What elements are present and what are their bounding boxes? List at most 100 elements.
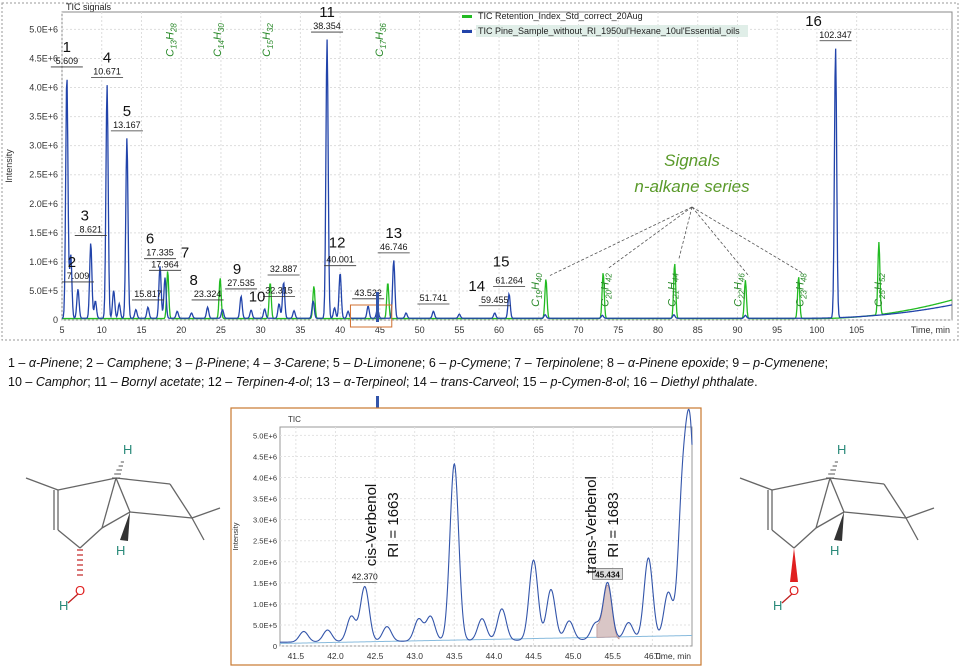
structure-bond bbox=[129, 511, 193, 519]
caption-fragment: β-Pinene bbox=[195, 356, 247, 370]
structure-atom-h-bottom: H bbox=[830, 543, 839, 558]
inset-y-tick-label: 2.0E+6 bbox=[253, 558, 277, 567]
peak-retention-time-label: 8.621 bbox=[80, 224, 103, 234]
structure-atom-h-o: H bbox=[59, 598, 68, 613]
inset-callout-ri: RI = 1663 bbox=[385, 492, 402, 557]
peak-number-label: 13 bbox=[385, 225, 402, 242]
inset-chart-title: TIC bbox=[288, 415, 301, 424]
structure-atom-o: O bbox=[75, 583, 85, 598]
main-x-tick-label: 50 bbox=[415, 325, 425, 335]
caption-fragment: Terpinolene bbox=[535, 356, 601, 370]
caption-fragment: trans-Carveol bbox=[440, 375, 516, 389]
caption-fragment: p-Cymene bbox=[449, 356, 508, 370]
caption-fragment: ; 14 – bbox=[405, 375, 441, 389]
peak-number-label: 1 bbox=[63, 39, 71, 56]
structure-bond bbox=[793, 527, 817, 549]
peak-retention-time-label: 23.324 bbox=[194, 289, 222, 299]
main-x-tick-label: 25 bbox=[216, 325, 226, 335]
peak-retention-time-label: 5.609 bbox=[56, 56, 79, 66]
structure-bond bbox=[79, 527, 103, 549]
structure-bond bbox=[829, 477, 845, 513]
inset-y-tick-label: 5.0E+6 bbox=[253, 431, 277, 440]
caption-fragment: ; bbox=[824, 356, 829, 370]
main-x-tick-label: 15 bbox=[136, 325, 146, 335]
peak-retention-time-label: 46.746 bbox=[380, 242, 408, 252]
structure-atom-o: O bbox=[789, 583, 799, 598]
figure-canvas: TIC signals 0 5.0E+5 1.0E+6 1.5E+6 2.0E+6 2.5E… bbox=[1, 2, 959, 666]
peak-number-label: 15 bbox=[493, 254, 510, 271]
peak-retention-time-label: 7.009 bbox=[67, 271, 90, 281]
main-x-tick-label: 30 bbox=[256, 325, 266, 335]
inset-y-tick-label: 3.0E+6 bbox=[253, 516, 277, 525]
main-y-tick-label: 0 bbox=[53, 315, 58, 325]
inset-x-tick-label: 42.5 bbox=[367, 651, 384, 661]
peak-number-label: 8 bbox=[189, 272, 197, 289]
structure-bond bbox=[25, 477, 59, 491]
inset-x-tick-label: 45.5 bbox=[604, 651, 621, 661]
caption-fragment: Bornyl acetate bbox=[121, 375, 201, 389]
peak-number-label: 14 bbox=[468, 278, 485, 295]
main-y-tick-label: 4.5E+6 bbox=[29, 53, 58, 63]
main-y-tick-label: 5.0E+6 bbox=[29, 24, 58, 34]
inset-y-tick-label: 3.5E+6 bbox=[253, 495, 277, 504]
caption-fragment: ; 12 – bbox=[200, 375, 236, 389]
peak-retention-time-label: 40.001 bbox=[326, 255, 354, 265]
main-y-tick-label: 1.5E+6 bbox=[29, 228, 58, 238]
main-x-tick-label: 80 bbox=[653, 325, 663, 335]
caption-fragment: Camphor bbox=[35, 375, 88, 389]
caption-fragment: ; 6 – bbox=[421, 356, 450, 370]
structure-bond bbox=[883, 483, 907, 519]
legend-label-alkane: TIC Retention_Index_Std_correct_20Aug bbox=[478, 11, 643, 21]
annotation-signals: Signals bbox=[664, 151, 720, 170]
caption-fragment: ; 7 – bbox=[507, 356, 536, 370]
caption-fragment: α-Terpineol bbox=[343, 375, 406, 389]
inset-x-tick-label: 41.5 bbox=[288, 651, 305, 661]
peak-number-label: 11 bbox=[319, 4, 335, 21]
peak-retention-time-label: 17.335 bbox=[146, 248, 174, 258]
main-x-tick-label: 5 bbox=[59, 325, 64, 335]
peak-retention-time-label: 38.354 bbox=[313, 21, 341, 31]
peak-retention-time-label: 32.887 bbox=[270, 264, 298, 274]
inset-peak-rt-label: 42.370 bbox=[352, 571, 378, 581]
inset-y-tick-label: 4.0E+6 bbox=[253, 474, 277, 483]
structure-bond bbox=[57, 529, 81, 549]
main-x-axis-label: Time, min bbox=[911, 325, 950, 335]
main-x-tick-label: 65 bbox=[534, 325, 544, 335]
structure-atom-h-top: H bbox=[123, 442, 132, 457]
peak-retention-time-label: 10.671 bbox=[93, 66, 121, 76]
main-x-tick-label: 85 bbox=[693, 325, 703, 335]
structure-bond bbox=[115, 477, 131, 513]
caption-fragment: D-Limonene bbox=[353, 356, 422, 370]
inset-y-tick-label: 0 bbox=[273, 642, 277, 651]
peak-retention-time-label: 32.315 bbox=[265, 285, 293, 295]
verbenol-structure-trans: HHOH bbox=[739, 442, 935, 613]
caption-fragment: α-Pinene bbox=[28, 356, 80, 370]
inset-y-tick-label: 4.5E+6 bbox=[253, 452, 277, 461]
peak-number-label: 12 bbox=[329, 235, 346, 252]
inset-x-tick-label: 44.5 bbox=[525, 651, 542, 661]
peak-retention-time-label: 61.264 bbox=[495, 276, 523, 286]
main-y-tick-label: 2.0E+6 bbox=[29, 199, 58, 209]
compound-legend-caption: 1 – α-Pinene; 2 – Camphene; 3 – β-Pinene… bbox=[8, 354, 958, 392]
inset-x-tick-label: 43.0 bbox=[406, 651, 423, 661]
main-y-axis-label: Intensity bbox=[4, 149, 14, 183]
peak-number-label: 3 bbox=[81, 207, 89, 224]
inset-x-tick-label: 44.0 bbox=[486, 651, 503, 661]
inset-x-tick-label: 42.0 bbox=[327, 651, 344, 661]
structure-bond bbox=[829, 477, 885, 485]
structure-atom-h-bottom: H bbox=[116, 543, 125, 558]
caption-fragment: p-Cymenene bbox=[753, 356, 825, 370]
main-x-tick-label: 10 bbox=[97, 325, 107, 335]
structure-bond bbox=[191, 517, 205, 541]
peak-retention-time-label: 27.535 bbox=[227, 278, 255, 288]
main-x-tick-label: 35 bbox=[295, 325, 305, 335]
caption-fragment: Diethyl phthalate bbox=[660, 375, 755, 389]
inset-x-axis-label: Time, min bbox=[654, 651, 691, 661]
main-y-tick-label: 4.0E+6 bbox=[29, 83, 58, 93]
main-y-tick-label: 3.5E+6 bbox=[29, 112, 58, 122]
peak-retention-time-label: 15.817 bbox=[134, 289, 162, 299]
inset-y-tick-label: 5.0E+5 bbox=[253, 621, 277, 630]
structure-wedge-bond-o bbox=[790, 548, 798, 582]
main-x-tick-label: 55 bbox=[454, 325, 464, 335]
caption-fragment: ; 4 – bbox=[246, 356, 274, 370]
